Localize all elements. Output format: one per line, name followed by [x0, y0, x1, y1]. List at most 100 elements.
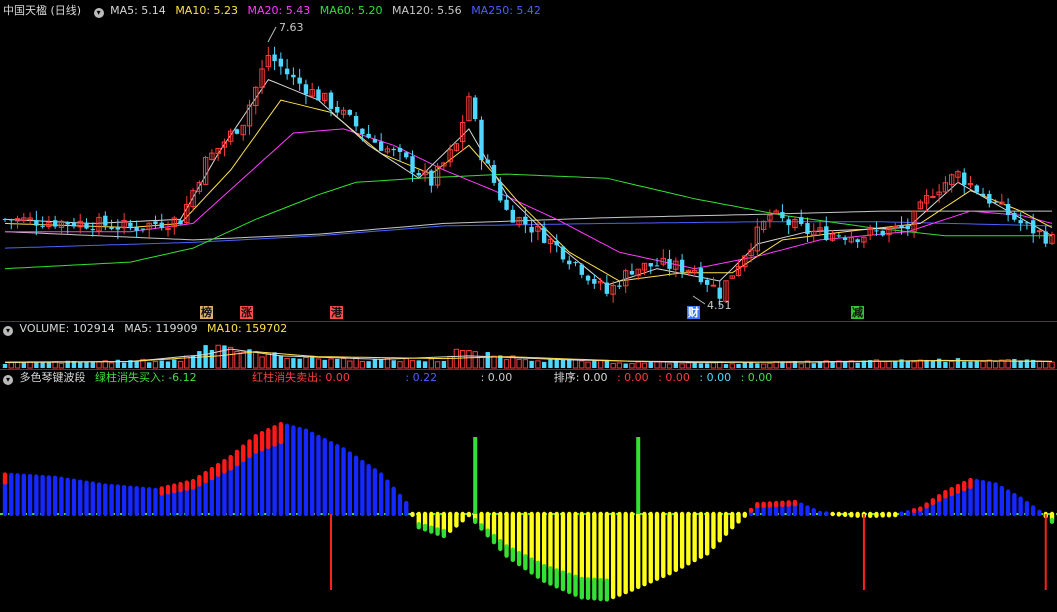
volume-bar — [893, 360, 898, 368]
volume-bar — [134, 361, 139, 368]
candle-body — [1012, 212, 1017, 220]
candle-body — [410, 156, 415, 173]
candle-body — [899, 225, 904, 228]
ma5-label: MA5: 5.14 — [110, 4, 166, 17]
event-tag-bang[interactable]: 榜 — [200, 306, 213, 319]
volume-bar — [359, 361, 366, 369]
volume-bar — [685, 362, 692, 369]
buy-signal-label: 绿柱消失买入: -6.12 — [95, 371, 197, 384]
volume-bar — [905, 360, 910, 368]
volume-bar — [962, 361, 967, 368]
collapse-icon[interactable]: ▾ — [3, 375, 13, 385]
volume-bar — [548, 359, 553, 368]
volume-bar — [798, 363, 804, 369]
candle-body — [880, 230, 885, 236]
candle-body — [134, 227, 139, 231]
candle-body — [541, 227, 547, 243]
candle-body — [717, 287, 722, 299]
volume-bar — [40, 362, 45, 368]
volume-bar — [222, 345, 227, 368]
volume-bar — [955, 358, 961, 368]
volume-bar — [572, 359, 579, 369]
candle-body — [360, 128, 365, 135]
volume-bar — [880, 361, 886, 369]
volume-bar — [485, 352, 490, 368]
candle-body — [654, 265, 660, 267]
candle-body — [617, 285, 622, 287]
candle-body — [560, 246, 566, 260]
volume-bar — [403, 358, 409, 369]
volume-bar — [830, 361, 835, 368]
event-tag-cai[interactable]: 财 — [687, 306, 700, 319]
candle-body — [328, 92, 334, 109]
candle-body — [40, 225, 45, 227]
price-panel-header: 中国天楹 (日线) ▾ MA5: 5.14 MA10: 5.23 MA20: 5… — [0, 3, 547, 19]
volume-bar — [466, 350, 472, 369]
volume-bar — [579, 360, 585, 369]
candle-body — [404, 152, 409, 158]
volume-bar — [96, 361, 102, 369]
volume-bar — [729, 363, 735, 369]
volume-bar — [1049, 361, 1055, 369]
candle-body — [529, 226, 534, 233]
collapse-icon[interactable]: ▾ — [93, 8, 104, 18]
event-tag-zhang[interactable]: 涨 — [240, 306, 253, 319]
volume-bar — [767, 362, 773, 369]
volume-bar — [291, 358, 296, 368]
volume-bar — [310, 355, 315, 368]
candle-body — [34, 220, 39, 226]
volume-bar — [416, 360, 421, 368]
indicator-name: 多色琴键波段 — [19, 371, 86, 384]
volume-bar — [760, 363, 767, 369]
event-tag-jian[interactable]: 减 — [851, 306, 864, 319]
volume-bar — [2, 364, 8, 368]
volume-bar — [855, 362, 860, 368]
ma10-label: MA10: 5.23 — [175, 4, 239, 17]
volume-bar — [397, 361, 403, 369]
candle-body — [103, 215, 108, 226]
candle-body — [679, 259, 685, 273]
stock-chart-canvas: 7.63 4.51 — [0, 21, 1057, 602]
volume-bar — [328, 358, 334, 369]
candle-body — [523, 216, 528, 225]
candle-body — [824, 226, 829, 240]
volume-bar — [14, 361, 21, 369]
candle-body — [629, 270, 635, 275]
volume-bar — [742, 362, 747, 368]
volume-bar — [948, 360, 955, 369]
volume-bar — [409, 360, 416, 369]
volume-bar — [215, 344, 221, 369]
volume-bar — [303, 356, 309, 369]
volume-bar — [108, 362, 115, 369]
volume-bar — [322, 359, 327, 368]
candle-body — [372, 139, 378, 143]
event-tag-gang[interactable]: 港 — [330, 306, 343, 319]
volume-bar — [84, 361, 89, 368]
volume-bar — [943, 361, 948, 368]
collapse-icon[interactable]: ▾ — [3, 326, 13, 336]
candle-body — [491, 164, 497, 183]
candle-body — [52, 220, 58, 227]
candle-body — [498, 182, 503, 201]
volume-bar — [372, 358, 378, 368]
volume-bar — [980, 360, 986, 369]
sell-signal-label: 红柱消失卖出: 0.00 — [252, 371, 350, 384]
candle-body — [842, 237, 848, 240]
volume-bar — [115, 359, 121, 368]
volume-bar — [604, 360, 610, 368]
volume-bar — [585, 361, 591, 369]
candle-body — [974, 185, 979, 193]
indicator-panel-header: ▾ 多色琴键波段 绿柱消失买入: -6.12 红柱消失卖出: 0.00 : 0.… — [0, 370, 778, 386]
candle-body — [567, 260, 572, 265]
volume-bar — [597, 359, 604, 369]
candlestick-layer — [2, 46, 1055, 308]
ma20-label: MA20: 5.43 — [247, 4, 311, 17]
volume-bar — [886, 361, 892, 369]
ma60-label: MA60: 5.20 — [319, 4, 383, 17]
candle-body — [905, 225, 910, 230]
high-marker: 7.63 — [267, 21, 304, 43]
candle-body — [1018, 220, 1023, 224]
volume-bar — [253, 351, 259, 369]
volume-bar — [773, 361, 779, 369]
volume-bar — [723, 364, 729, 368]
